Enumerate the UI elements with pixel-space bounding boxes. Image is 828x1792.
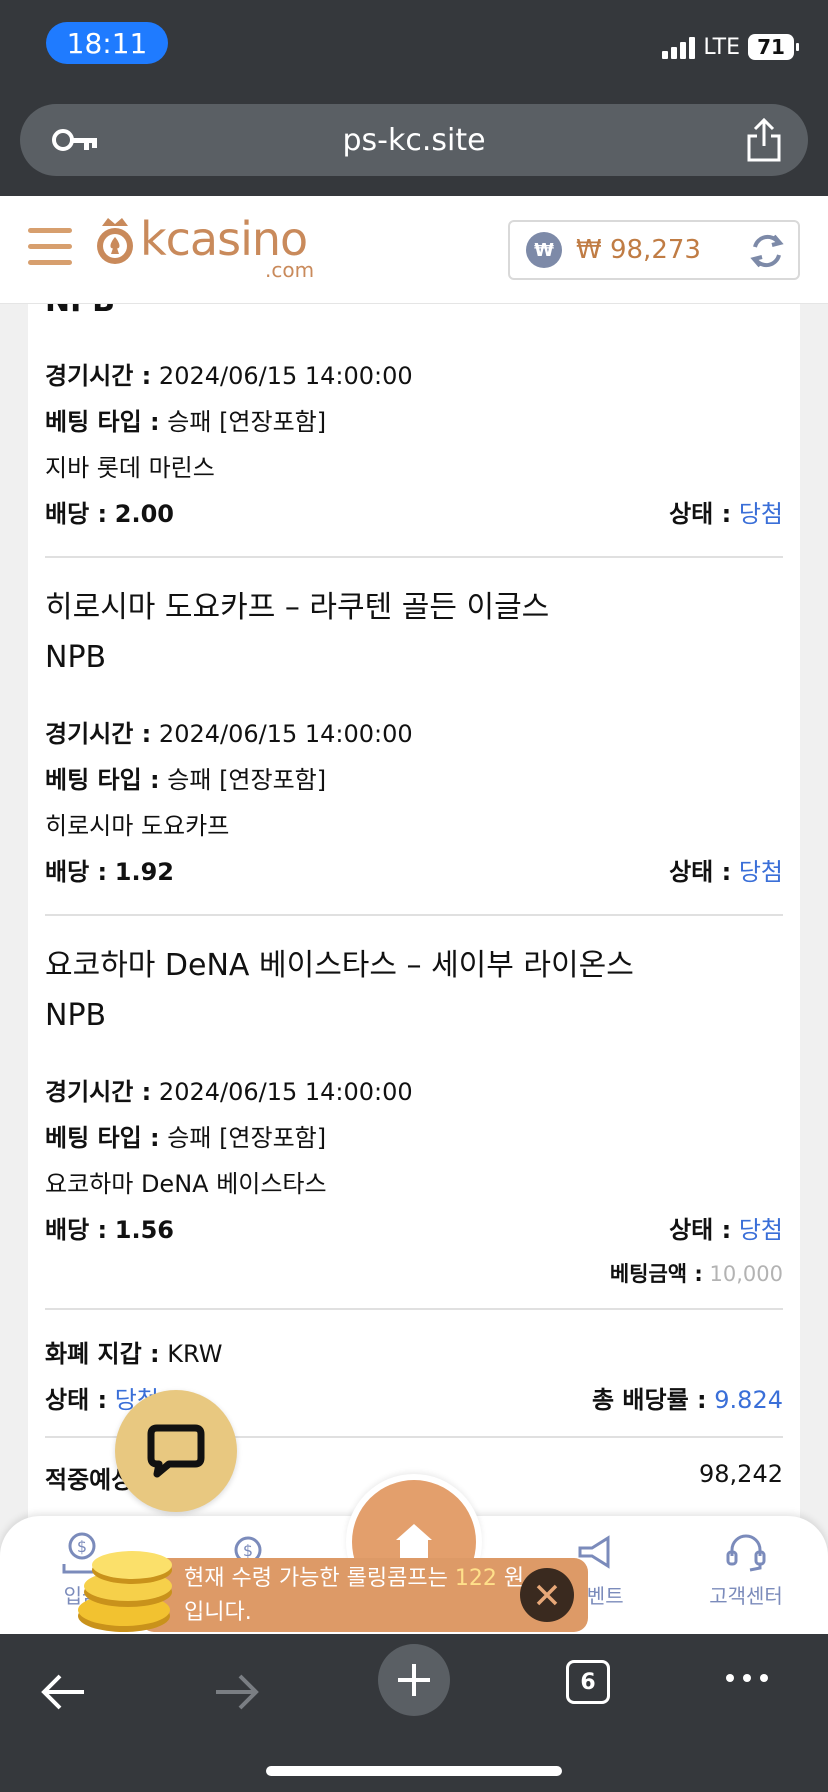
bet-odds-row: 배당 : 1.56 상태 : 당첨 (45, 1216, 783, 1244)
home-indicator (266, 1766, 562, 1776)
toast-amount: 122 (454, 1566, 497, 1591)
plus-icon (398, 1664, 430, 1696)
logo-text: kcasino (140, 212, 308, 266)
signal-icon (662, 35, 696, 59)
logo-emblem-icon (97, 218, 133, 264)
bet-pick: 요코하마 DeNA 베이스타스 (45, 1170, 327, 1198)
bet-odds-row: 배당 : 1.92 상태 : 당첨 (45, 858, 783, 886)
bet-type-row: 베팅 타입 : 승패 [연장포함] (45, 408, 327, 436)
bet-league: NPB (45, 640, 107, 675)
chat-button[interactable] (115, 1390, 237, 1512)
url-text: ps-kc.site (342, 122, 486, 158)
logo-domain: .com (265, 258, 315, 282)
divider (45, 1308, 783, 1310)
won-icon: ₩ (526, 232, 562, 268)
share-icon[interactable] (746, 118, 782, 162)
coins-icon (78, 1551, 172, 1632)
balance-value: ₩ 98,273 (576, 235, 701, 265)
toast-close-button[interactable] (520, 1568, 574, 1622)
tabs-button[interactable]: 6 (566, 1660, 610, 1704)
back-icon[interactable] (38, 1672, 88, 1712)
bet-odds-row: 배당 : 2.00 상태 : 당첨 (45, 500, 783, 528)
balance-box: ₩ ₩ 98,273 (508, 220, 800, 280)
bet-pick: 히로시마 도요카프 (45, 812, 230, 840)
bet-title: 히로시마 도요카프 – 라쿠텐 골든 이글스 (45, 590, 550, 625)
status-badge: 당첨 (738, 1216, 783, 1244)
chat-bubble-icon (147, 1424, 205, 1478)
status-time: 18:11 (46, 22, 168, 64)
divider (45, 556, 783, 558)
url-bar[interactable]: ps-kc.site (20, 104, 808, 176)
browser-chrome: 18:11 LTE 71 ps-kc.site (0, 0, 828, 196)
forward-icon[interactable] (212, 1672, 262, 1712)
status-indicators: LTE 71 (662, 34, 799, 60)
nav-support[interactable]: 고객센터 (676, 1530, 816, 1609)
bet-detail-card: NPB 경기시간 : 2024/06/15 14:00:00 베팅 타입 : 승… (28, 304, 800, 1544)
bet-type-row: 베팅 타입 : 승패 [연장포함] (45, 1124, 327, 1152)
bet-time-row: 경기시간 : 2024/06/15 14:00:00 (45, 720, 413, 748)
close-icon (536, 1584, 558, 1606)
site-header: kcasino .com ₩ ₩ 98,273 (0, 196, 828, 304)
divider (45, 914, 783, 916)
bet-time-row: 경기시간 : 2024/06/15 14:00:00 (45, 362, 413, 390)
site-logo[interactable]: kcasino .com (92, 212, 314, 282)
rolling-comp-toast[interactable]: 현재 수령 가능한 롤링콤프는 122 원 입니다. (140, 1558, 588, 1632)
battery-icon: 71 (748, 34, 799, 60)
bet-type-row: 베팅 타입 : 승패 [연장포함] (45, 766, 327, 794)
menu-icon[interactable] (28, 228, 72, 276)
currency-row: 화폐 지갑 : KRW (45, 1340, 223, 1368)
status-badge: 당첨 (738, 500, 783, 528)
network-type: LTE (703, 34, 740, 60)
bet-pick: 지바 롯데 마린스 (45, 454, 215, 482)
bet-league: NPB (45, 998, 107, 1033)
key-icon[interactable] (52, 128, 98, 152)
more-icon[interactable] (726, 1674, 768, 1682)
bet-time-row: 경기시간 : 2024/06/15 14:00:00 (45, 1078, 413, 1106)
bet-title: 요코하마 DeNA 베이스타스 – 세이부 라이온스 (45, 948, 634, 983)
new-tab-button[interactable] (378, 1644, 450, 1716)
status-badge: 당첨 (738, 858, 783, 886)
total-odds: 9.824 (714, 1386, 783, 1414)
headset-icon (726, 1534, 766, 1572)
refresh-icon[interactable] (748, 232, 786, 270)
bet-league: NPB (45, 304, 115, 319)
